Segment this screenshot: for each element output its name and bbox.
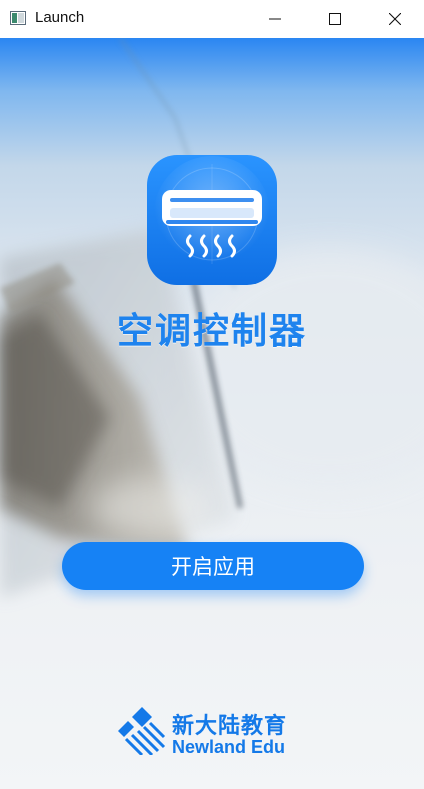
brand-name-en: Newland Edu	[172, 737, 286, 757]
app-title: 空调控制器	[116, 311, 307, 352]
maximize-button[interactable]	[306, 0, 364, 38]
minimize-button[interactable]	[246, 0, 304, 38]
window-title: Launch	[35, 9, 85, 26]
background-photo	[0, 38, 424, 598]
minimize-icon	[269, 18, 281, 20]
window-app-icon	[10, 11, 26, 25]
maximize-icon	[329, 13, 341, 25]
launch-window: Launch 空调控制器 开启应用 新大陆教育 Newland Edu	[0, 0, 424, 789]
close-button[interactable]	[366, 0, 424, 38]
close-icon	[389, 13, 401, 25]
brand-name-cn: 新大陆教育	[172, 714, 288, 739]
air-conditioner-icon	[147, 155, 277, 285]
splash-screen: 空调控制器 开启应用 新大陆教育 Newland Edu	[0, 38, 424, 789]
title-bar[interactable]: Launch	[0, 0, 424, 39]
start-app-button[interactable]: 开启应用	[62, 542, 364, 590]
newland-logo-icon	[118, 707, 166, 755]
